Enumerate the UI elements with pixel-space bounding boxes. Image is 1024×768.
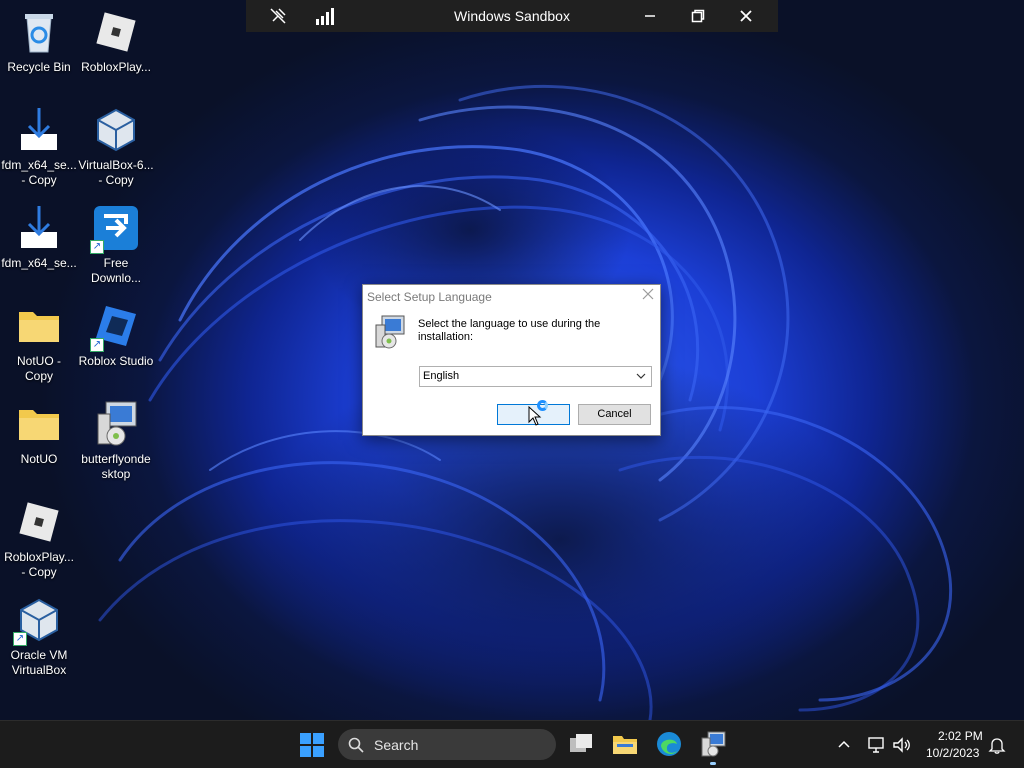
desktop-icon-label: fdm_x64_se... - Copy <box>1 158 77 187</box>
desktop-icon-label: butterflyonde sktop <box>81 452 151 481</box>
desktop-icon-label: fdm_x64_se... <box>1 256 77 270</box>
folder-icon <box>15 400 63 448</box>
sandbox-title-bar: Windows Sandbox <box>246 0 778 32</box>
running-indicator <box>710 762 716 765</box>
select-setup-language-dialog: Select Setup Language Select the languag… <box>362 284 661 436</box>
dialog-title: Select Setup Language <box>367 290 492 304</box>
setup-app-taskbar-button[interactable] <box>699 730 727 765</box>
desktop-icon-fdm-copy[interactable]: fdm_x64_se... - Copy <box>1 106 77 188</box>
desktop-icon-butterflyondesktop[interactable]: butterflyonde sktop <box>78 400 154 482</box>
shortcut-arrow-icon: ↗ <box>13 632 27 646</box>
desktop-icon-label: RobloxPlay... <box>81 60 151 74</box>
desktop-icon-label: NotUO - Copy <box>16 354 61 383</box>
desktop-icon-label: RobloxPlay... - Copy <box>4 550 74 579</box>
virtualbox-icon: ↗ <box>13 596 63 646</box>
desktop-icon-robloxplayer[interactable]: RobloxPlay... <box>78 8 154 75</box>
dialog-close-button[interactable] <box>642 287 654 303</box>
desktop-icon-label: Roblox Studio <box>78 354 154 368</box>
task-view-button[interactable] <box>567 730 595 758</box>
setup-app-icon <box>92 400 140 448</box>
edge-button[interactable] <box>655 730 683 758</box>
signal-icon[interactable] <box>306 0 346 32</box>
chevron-up-icon[interactable] <box>836 737 852 758</box>
installer-download-icon <box>15 106 63 154</box>
setup-app-icon <box>701 731 726 757</box>
desktop-icon-label: Free Downlo... <box>90 256 142 285</box>
desktop-icon-robloxplayer-copy[interactable]: RobloxPlay... - Copy <box>1 498 77 580</box>
desktop-icon-label: VirtualBox-6... - Copy <box>78 158 154 187</box>
mouse-cursor-icon <box>528 405 542 431</box>
cancel-button[interactable]: Cancel <box>578 404 651 425</box>
close-icon <box>740 10 752 22</box>
windows-start-icon <box>300 733 324 757</box>
recycle-bin-icon <box>15 8 63 56</box>
language-select[interactable]: English <box>419 366 652 387</box>
roblox-studio-icon: ↗ <box>90 302 140 352</box>
close-icon <box>642 288 654 300</box>
folder-icon <box>15 302 63 350</box>
close-button[interactable] <box>726 0 766 32</box>
roblox-icon <box>15 498 63 546</box>
desktop-icon-roblox-studio[interactable]: ↗ Roblox Studio <box>78 302 154 369</box>
setup-app-icon <box>372 315 406 354</box>
desktop-icon-label: NotUO <box>20 452 58 466</box>
desktop-icon-recycle-bin[interactable]: Recycle Bin <box>1 8 77 75</box>
network-icon[interactable] <box>866 735 886 760</box>
taskbar: Search 2:02 PM 10/2/2023 <box>0 720 1024 768</box>
language-select-value: English <box>423 370 460 382</box>
file-explorer-icon <box>613 736 637 754</box>
restore-icon <box>691 9 705 23</box>
file-explorer-button[interactable] <box>611 730 639 758</box>
minimize-icon <box>645 15 655 17</box>
desktop-icon-notuo[interactable]: NotUO <box>1 400 77 467</box>
window-title: Windows Sandbox <box>454 8 570 24</box>
chevron-down-icon <box>635 368 647 387</box>
pin-off-icon[interactable] <box>258 0 298 32</box>
desktop-icon-label: Oracle VM VirtualBox <box>10 648 68 677</box>
roblox-icon <box>92 8 140 56</box>
shortcut-arrow-icon: ↗ <box>90 240 104 254</box>
desktop-icon-notuo-copy[interactable]: NotUO - Copy <box>1 302 77 384</box>
clock-time[interactable]: 2:02 PM <box>938 729 983 743</box>
minimize-button[interactable] <box>630 0 670 32</box>
desktop-icon-oracle-vm[interactable]: ↗ Oracle VM VirtualBox <box>1 596 77 678</box>
task-view-icon <box>570 734 592 752</box>
edge-icon <box>657 732 681 756</box>
restore-button[interactable] <box>678 0 718 32</box>
notification-bell-icon[interactable] <box>988 736 1006 759</box>
clock-date[interactable]: 10/2/2023 <box>926 746 979 760</box>
desktop-icon-label: Recycle Bin <box>7 60 71 74</box>
desktop-icon-fdm[interactable]: fdm_x64_se... <box>1 204 77 271</box>
taskbar-search-box[interactable]: Search <box>338 729 556 760</box>
dialog-message: Select the language to use during the in… <box>418 318 601 343</box>
free-download-manager-icon: ↗ <box>90 204 140 254</box>
shortcut-arrow-icon: ↗ <box>90 338 104 352</box>
virtualbox-icon <box>92 106 140 154</box>
search-label: Search <box>374 737 419 753</box>
desktop-icon-virtualbox-copy[interactable]: VirtualBox-6... - Copy <box>78 106 154 188</box>
desktop-icon-free-download[interactable]: ↗ Free Downlo... <box>78 204 154 286</box>
installer-download-icon <box>15 204 63 252</box>
volume-icon[interactable] <box>891 735 911 760</box>
search-icon <box>348 737 364 758</box>
windows-start-button[interactable] <box>300 733 324 757</box>
